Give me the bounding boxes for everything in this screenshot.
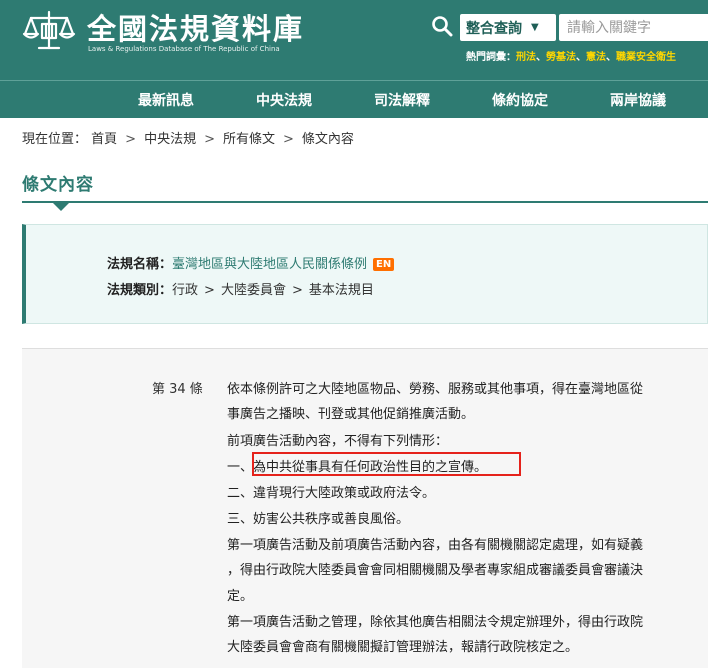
- chevron-down-icon: ▼: [531, 22, 539, 33]
- article-line: 大陸委員會會商有關機關擬訂管理辦法，報請行政院核定之。: [227, 640, 579, 655]
- title-underline: [22, 201, 708, 203]
- nav-item-cross-strait-agreements[interactable]: 兩岸協議: [610, 90, 666, 110]
- breadcrumb: 現在位置： 首頁 > 中央法規 > 所有條文 > 條文內容: [22, 132, 354, 147]
- english-version-badge[interactable]: EN: [373, 258, 395, 271]
- hot-terms: 熱門詞彙：刑法、勞基法、憲法、職業安全衛生: [466, 52, 676, 63]
- law-category-item: 大陸委員會: [220, 283, 286, 298]
- breadcrumb-prefix: 現在位置：: [22, 132, 88, 147]
- article-line: ，得由行政院大陸委員會會同相關機關及學者專家組成審議委員會審議決: [227, 563, 644, 578]
- breadcrumb-current: 條文內容: [301, 132, 354, 147]
- article-line: 第一項廣告活動及前項廣告活動內容，由各有關機關認定處理，如有疑義: [227, 538, 644, 553]
- nav-item-central-regulations[interactable]: 中央法規: [256, 90, 312, 110]
- article-content-box: 第 34 條 依本條例許可之大陸地區物品、勞務、服務或其他事項，得在臺灣地區從 …: [22, 348, 708, 668]
- law-category-row: 法規類別：行政 > 大陸委員會 > 基本法規目: [107, 283, 374, 298]
- search-input[interactable]: [559, 14, 708, 41]
- article-number: 第 34 條: [152, 382, 203, 397]
- article-line: 定。: [227, 589, 254, 604]
- site-subtitle: Laws & Regulations Database of The Repub…: [88, 45, 280, 53]
- search-icon[interactable]: [431, 15, 453, 37]
- article-line: 三、妨害公共秩序或善良風俗。: [227, 512, 410, 527]
- nav-item-latest-news[interactable]: 最新訊息: [138, 90, 194, 110]
- title-arrow-icon: [53, 203, 69, 211]
- search-scope-label: 整合查詢: [466, 20, 522, 37]
- article-line: 第一項廣告活動之管理，除依其他廣告相關法令規定辦理外，得由行政院: [227, 615, 644, 630]
- site-header: 全國法規資料庫 Laws & Regulations Database of T…: [0, 0, 708, 118]
- breadcrumb-central-regulations[interactable]: 中央法規: [144, 132, 196, 147]
- nav-item-treaties[interactable]: 條約協定: [492, 90, 548, 110]
- law-category-item: 基本法規目: [308, 283, 374, 298]
- site-title[interactable]: 全國法規資料庫: [87, 6, 304, 48]
- breadcrumb-home[interactable]: 首頁: [91, 132, 117, 147]
- hot-term-link[interactable]: 職業安全衛生: [616, 52, 676, 63]
- scales-of-justice-logo-icon[interactable]: [21, 8, 77, 52]
- article-line: 二、違背現行大陸政策或政府法令。: [227, 486, 436, 501]
- main-nav: 最新訊息 中央法規 司法解釋 條約協定 兩岸協議: [0, 81, 708, 118]
- breadcrumb-all-articles[interactable]: 所有條文: [223, 132, 275, 147]
- search-scope-select[interactable]: 整合查詢 ▼: [460, 14, 556, 41]
- highlight-box: [252, 452, 521, 476]
- hot-terms-label: 熱門詞彙：: [466, 52, 516, 63]
- law-name-link[interactable]: 臺灣地區與大陸地區人民關係條例: [172, 257, 367, 272]
- article-line: 依本條例許可之大陸地區物品、勞務、服務或其他事項，得在臺灣地區從: [227, 382, 644, 397]
- page-title: 條文內容: [22, 175, 94, 195]
- law-info-box: 法規名稱：臺灣地區與大陸地區人民關係條例 EN 法規類別：行政 > 大陸委員會 > 基本法…: [22, 224, 708, 324]
- law-category-label: 法規類別：: [107, 283, 173, 298]
- hot-term-link[interactable]: 勞基法: [546, 52, 576, 63]
- nav-item-judicial-interpretations[interactable]: 司法解釋: [374, 90, 430, 110]
- law-category-item: 行政: [172, 283, 199, 298]
- hot-term-link[interactable]: 刑法: [516, 52, 536, 63]
- hot-term-link[interactable]: 憲法: [586, 52, 606, 63]
- law-name-row: 法規名稱：臺灣地區與大陸地區人民關係條例 EN: [107, 253, 395, 272]
- law-name-label: 法規名稱：: [107, 257, 173, 272]
- article-line: 事廣告之播映、刊登或其他促銷推廣活動。: [227, 407, 475, 422]
- article-line: 前項廣告活動內容，不得有下列情形：: [227, 434, 449, 449]
